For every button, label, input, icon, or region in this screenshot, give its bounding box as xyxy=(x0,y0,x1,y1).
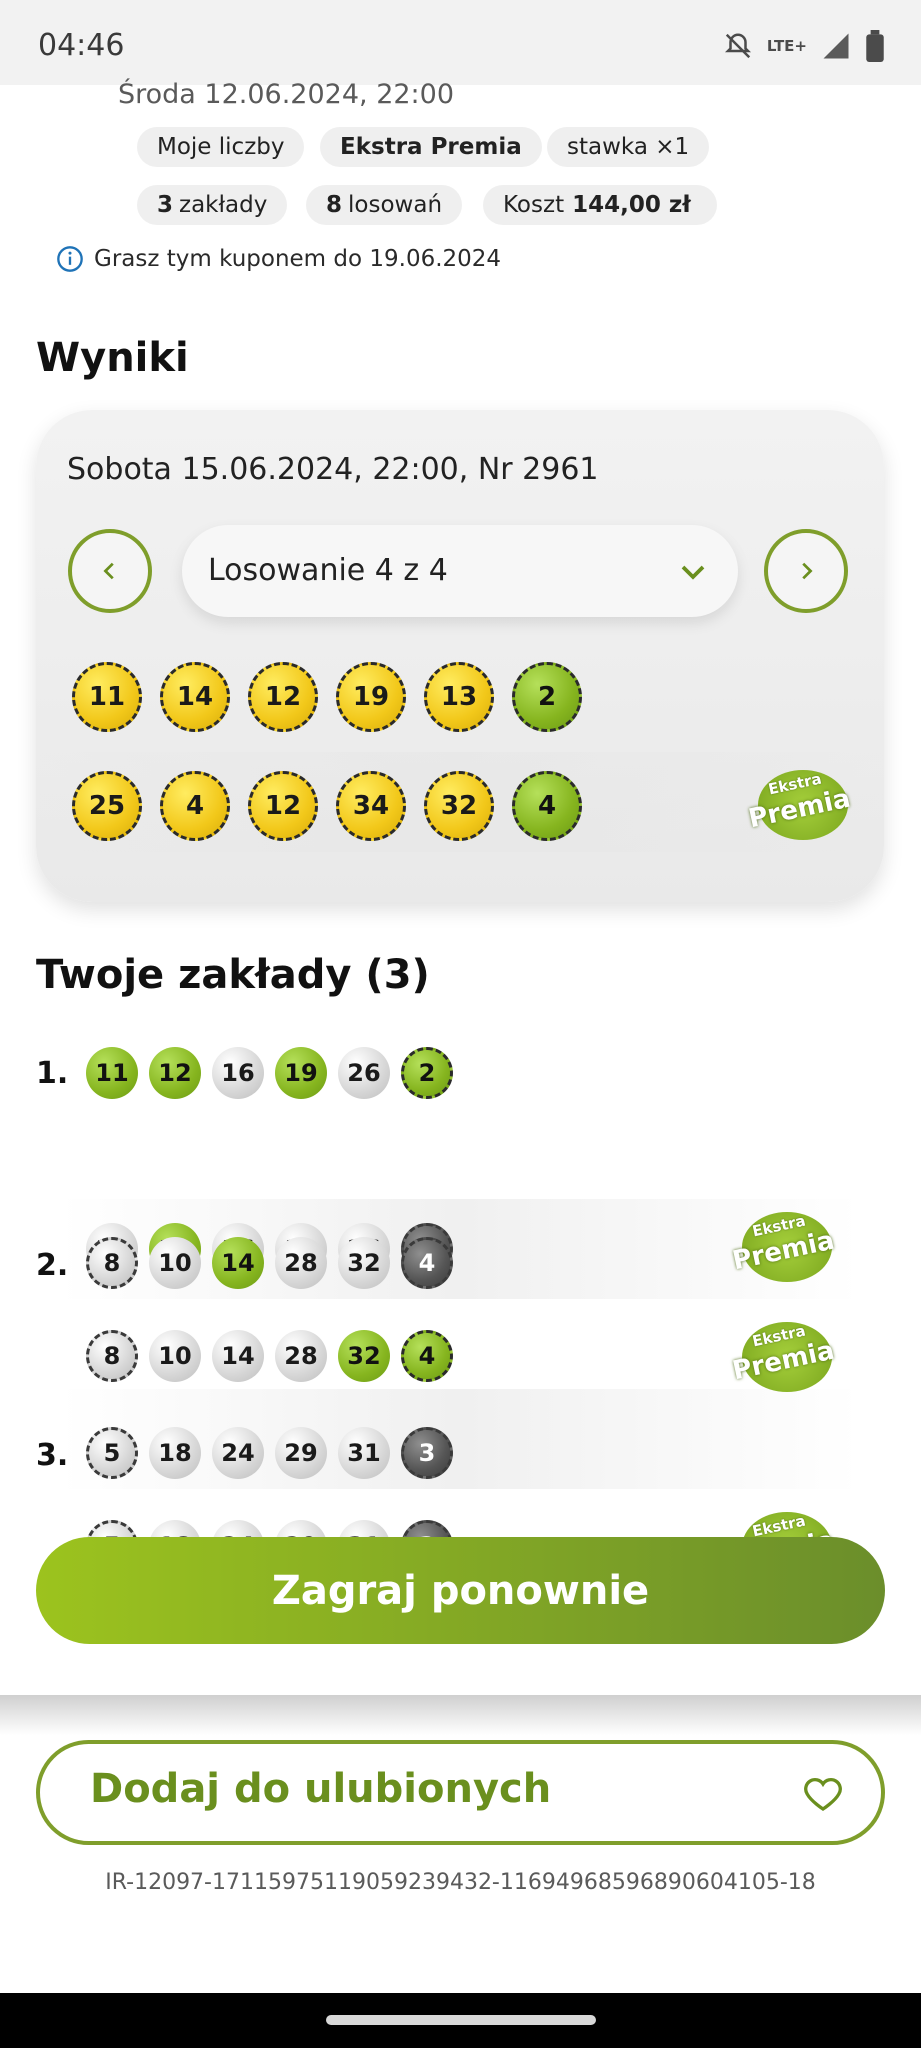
results-heading: Wyniki xyxy=(36,335,189,381)
bet-ball: 24 xyxy=(212,1427,264,1479)
heart-icon xyxy=(804,1777,842,1811)
bet-ball: 28 xyxy=(275,1330,327,1382)
bet-ball: 10 xyxy=(149,1237,201,1289)
chip-label: Koszt xyxy=(503,192,565,218)
bet-ball: 28 xyxy=(275,1237,327,1289)
chip-bets: 3 zakłady xyxy=(137,185,288,225)
chip-count: 3 xyxy=(157,192,174,218)
bet-2-main: 8 10 14 28 32 4 xyxy=(86,1237,453,1289)
bet-ball: 12 xyxy=(149,1047,201,1099)
bet-ball-bonus: 4 xyxy=(401,1237,453,1289)
bet-ball-bonus: 2 xyxy=(401,1047,453,1099)
info-text: Grasz tym kuponem do 19.06.2024 xyxy=(94,246,502,272)
bet-number: 3. xyxy=(36,1438,69,1473)
bets-heading: Twoje zakłady (3) xyxy=(36,952,430,998)
results-premia-balls: 25 4 12 34 32 4 xyxy=(72,771,582,841)
results-card: Sobota 15.06.2024, 22:00, Nr 2961 Losowa… xyxy=(36,410,884,902)
ekstra-premia-logo: Ekstra Premia xyxy=(730,1322,842,1392)
bell-off-icon xyxy=(724,33,751,59)
chip-label: Ekstra Premia xyxy=(340,134,522,160)
chip-label: Moje liczby xyxy=(157,134,285,160)
chip-extra-premia: Ekstra Premia xyxy=(320,127,542,167)
bet-ball: 31 xyxy=(338,1427,390,1479)
bet-ball: 5 xyxy=(86,1427,138,1479)
chip-count: 8 xyxy=(326,192,343,218)
result-ball: 13 xyxy=(424,662,494,732)
status-time: 04:46 xyxy=(38,28,125,63)
play-again-label: Zagraj ponownie xyxy=(271,1567,650,1614)
bet-2-premia: 8 10 14 28 32 4 xyxy=(86,1330,453,1382)
system-nav-bar xyxy=(0,1993,921,2048)
info-icon xyxy=(57,246,83,272)
chip-stake: stawka ×1 xyxy=(547,127,710,167)
premia-ball: 12 xyxy=(248,771,318,841)
ekstra-premia-logo: Ekstra Premia xyxy=(730,1212,842,1282)
result-ball-bonus: 2 xyxy=(512,662,582,732)
chip-cost: Koszt 144,00 zł xyxy=(483,185,717,225)
battery-icon xyxy=(866,30,884,62)
bet-ball: 19 xyxy=(275,1047,327,1099)
bet-1-main: 11 12 16 19 26 2 xyxy=(86,1047,453,1099)
ekstra-premia-logo: Ekstra Premia xyxy=(746,770,858,840)
bet-ball-bonus: 4 xyxy=(401,1330,453,1382)
bet-ball: 14 xyxy=(212,1237,264,1289)
result-ball: 12 xyxy=(248,662,318,732)
bet-ball: 8 xyxy=(86,1237,138,1289)
premia-ball: 25 xyxy=(72,771,142,841)
premia-ball: 34 xyxy=(336,771,406,841)
bet-ball: 29 xyxy=(275,1427,327,1479)
next-draw-button[interactable] xyxy=(764,529,848,613)
result-ball: 11 xyxy=(72,662,142,732)
play-again-button[interactable]: Zagraj ponownie xyxy=(36,1537,885,1644)
status-bar: 04:46 LTE+ xyxy=(0,0,921,85)
bet-number: 2. xyxy=(36,1248,69,1283)
draw-select-label: Losowanie 4 z 4 xyxy=(208,553,448,588)
result-ball: 19 xyxy=(336,662,406,732)
bet-number: 1. xyxy=(36,1056,69,1091)
premia-ball: 32 xyxy=(424,771,494,841)
bet-ball: 18 xyxy=(149,1427,201,1479)
chevron-down-icon xyxy=(681,565,705,580)
premia-ball: 4 xyxy=(160,771,230,841)
chip-label: zakłady xyxy=(179,192,268,218)
chip-cost-value: 144,00 zł xyxy=(572,192,691,218)
add-favorite-label: Dodaj do ulubionych xyxy=(90,1766,552,1812)
premia-ball-bonus: 4 xyxy=(512,771,582,841)
bet-ball: 26 xyxy=(338,1047,390,1099)
home-gesture-pill[interactable] xyxy=(326,2015,596,2025)
chevron-right-icon xyxy=(802,562,813,580)
results-main-balls: 11 14 12 19 13 2 xyxy=(72,662,582,732)
coupon-info: Grasz tym kuponem do 19.06.2024 xyxy=(56,245,501,273)
results-draw-info: Sobota 15.06.2024, 22:00, Nr 2961 xyxy=(67,452,599,487)
bet-ball-bonus: 3 xyxy=(401,1427,453,1479)
network-type: LTE+ xyxy=(766,36,807,55)
coupon-id: IR-12097-17115975119059239432-1169496859… xyxy=(105,1870,816,1895)
chip-draws: 8 losowań xyxy=(306,185,463,225)
bet-ball: 32 xyxy=(338,1330,390,1382)
ticket-edge xyxy=(0,1675,921,1735)
bet-ball: 16 xyxy=(212,1047,264,1099)
coupon-draw-date: Środa 12.06.2024, 22:00 xyxy=(118,79,454,110)
add-favorite-button[interactable]: Dodaj do ulubionych xyxy=(36,1740,885,1845)
bet-ball: 8 xyxy=(86,1330,138,1382)
status-icons: LTE+ xyxy=(723,30,885,62)
result-ball: 14 xyxy=(160,662,230,732)
bet-ball: 10 xyxy=(149,1330,201,1382)
chip-label: stawka ×1 xyxy=(567,134,690,160)
bet-3-main: 5 18 24 29 31 3 xyxy=(86,1427,453,1479)
prev-draw-button[interactable] xyxy=(68,529,152,613)
draw-select-dropdown[interactable]: Losowanie 4 z 4 xyxy=(182,525,738,617)
bet-ball: 14 xyxy=(212,1330,264,1382)
chevron-left-icon xyxy=(103,562,114,580)
chip-my-numbers: Moje liczby xyxy=(137,127,305,167)
chip-label: losowań xyxy=(348,192,443,218)
bet-ball: 32 xyxy=(338,1237,390,1289)
signal-icon xyxy=(823,33,849,59)
bet-ball: 11 xyxy=(86,1047,138,1099)
